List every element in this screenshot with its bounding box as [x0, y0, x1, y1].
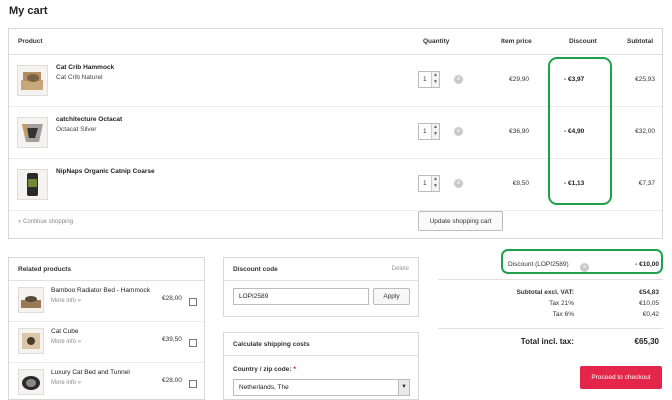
update-cart-button[interactable]: Update shopping cart [418, 211, 503, 231]
quantity-stepper[interactable]: 1 ▲ ▼ [418, 71, 440, 88]
tax-6-value: €0,42 [642, 311, 659, 318]
cart-table-header: Product Quantity Item price Discount Sub… [9, 29, 662, 55]
related-product-item: Cat Cube More info » €39,50 [9, 322, 204, 363]
quantity-stepper[interactable]: 1 ▲ ▼ [418, 123, 440, 140]
quantity-column-header: Quantity [423, 38, 450, 45]
discount-code-panel: Discount code Delete LOPI2589 Apply [223, 257, 419, 317]
product-name[interactable]: NipNaps Organic Catnip Coarse [56, 168, 155, 175]
quantity-spin-icon[interactable]: ▲ ▼ [431, 176, 439, 191]
country-select-value[interactable]: Netherlands, The [239, 384, 289, 391]
product-variant: Cat Crib Naturel [56, 74, 103, 81]
country-select[interactable]: Netherlands, The ▼ [233, 379, 410, 396]
product-name[interactable]: catchitecture Octacat [56, 116, 122, 123]
quantity-value[interactable]: 1 [423, 128, 427, 135]
product-name[interactable]: Cat Crib Hammock [56, 64, 114, 71]
product-variant: Octacat Silver [56, 126, 97, 133]
chevron-down-icon[interactable]: ▼ [398, 380, 409, 395]
related-product-item: Luxury Cat Bed and Tunnel More info » €2… [9, 363, 204, 400]
add-related-checkbox[interactable] [189, 339, 197, 347]
remove-item-icon[interactable]: × [454, 75, 463, 84]
tax-21-label: Tax 21% [549, 300, 574, 307]
more-info-link[interactable]: More info » [51, 298, 81, 304]
required-mark: * [293, 366, 296, 373]
related-product-thumbnail[interactable] [18, 369, 44, 395]
divider [224, 280, 418, 281]
product-column-header: Product [18, 38, 43, 45]
related-product-price: €28,00 [162, 377, 182, 384]
quantity-spin-icon[interactable]: ▲ ▼ [431, 72, 439, 87]
add-related-checkbox[interactable] [189, 380, 197, 388]
related-product-item: Bamboo Radiator Bed - Hammock More info … [9, 281, 204, 322]
quantity-value[interactable]: 1 [423, 76, 427, 83]
divider [438, 328, 663, 329]
grand-total-value: €65,30 [634, 337, 659, 346]
more-info-link[interactable]: More info » [51, 339, 81, 345]
discount-code-input[interactable]: LOPI2589 [233, 288, 369, 305]
discount-column-highlight [548, 57, 612, 205]
discount-column-header: Discount [569, 38, 597, 45]
quantity-spin-icon[interactable]: ▲ ▼ [431, 124, 439, 139]
subtotal-label: Subtotal excl. VAT: [516, 289, 574, 296]
discount-code-title: Discount code [233, 266, 278, 273]
related-product-name[interactable]: Luxury Cat Bed and Tunnel [51, 369, 130, 376]
item-subtotal: €32,00 [635, 128, 655, 135]
delete-discount-link[interactable]: Delete [392, 266, 409, 272]
discount-line-highlight [501, 249, 663, 274]
item-price: €29,90 [509, 76, 529, 83]
divider [224, 355, 418, 356]
country-zip-label-text: Country / zip code: [233, 366, 292, 373]
country-zip-label: Country / zip code: * [233, 366, 296, 373]
related-product-thumbnail[interactable] [18, 328, 44, 354]
related-products-panel: Related products Bamboo Radiator Bed - H… [8, 257, 205, 400]
related-product-thumbnail[interactable] [18, 287, 44, 313]
quantity-stepper[interactable]: 1 ▲ ▼ [418, 175, 440, 192]
proceed-to-checkout-button[interactable]: Proceed to checkout [580, 366, 662, 389]
item-price-column-header: Item price [501, 38, 532, 45]
quantity-value[interactable]: 1 [423, 180, 427, 187]
shipping-costs-panel: Calculate shipping costs Country / zip c… [223, 332, 419, 400]
product-thumbnail[interactable] [17, 169, 48, 200]
apply-discount-button[interactable]: Apply [373, 288, 410, 305]
more-info-link[interactable]: More info » [51, 380, 81, 386]
related-product-price: €28,00 [162, 295, 182, 302]
page-title: My cart [9, 5, 48, 17]
item-price: €8,50 [512, 180, 529, 187]
product-thumbnail[interactable] [17, 117, 48, 148]
remove-item-icon[interactable]: × [454, 179, 463, 188]
grand-total-label: Total incl. tax: [520, 337, 574, 346]
remove-item-icon[interactable]: × [454, 127, 463, 136]
related-product-price: €39,50 [162, 336, 182, 343]
tax-21-value: €10,05 [639, 300, 659, 307]
subtotal-column-header: Subtotal [627, 38, 653, 45]
related-product-name[interactable]: Cat Cube [51, 328, 78, 335]
item-subtotal: €25,93 [635, 76, 655, 83]
item-price: €36,90 [509, 128, 529, 135]
item-subtotal: €7,37 [638, 180, 655, 187]
tax-6-label: Tax 6% [552, 311, 574, 318]
subtotal-value: €54,83 [639, 289, 659, 296]
product-thumbnail[interactable] [17, 65, 48, 96]
add-related-checkbox[interactable] [189, 298, 197, 306]
shipping-costs-title: Calculate shipping costs [233, 341, 310, 348]
related-product-name[interactable]: Bamboo Radiator Bed - Hammock [51, 287, 150, 294]
continue-shopping-link[interactable]: « Continue shopping [18, 219, 73, 225]
related-products-title: Related products [18, 266, 72, 273]
